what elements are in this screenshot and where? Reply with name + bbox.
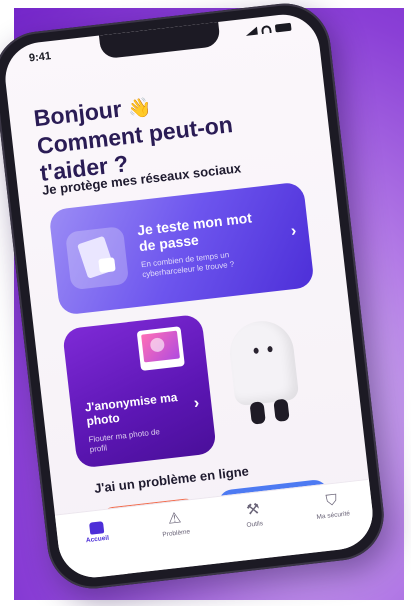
chevron-right-icon: › <box>290 222 298 240</box>
chevron-right-icon: › <box>192 394 201 413</box>
battery-icon <box>274 22 292 33</box>
photo-frame-icon <box>136 326 185 371</box>
warning-icon: ⚠ <box>166 509 183 528</box>
ghost-body <box>226 317 300 407</box>
tab-label: Problème <box>162 528 191 539</box>
home-icon <box>88 521 104 535</box>
password-test-card[interactable]: Je teste mon mot de passe En combien de … <box>48 181 315 316</box>
wifi-icon <box>260 24 272 35</box>
tab-label: Accueil <box>85 534 110 545</box>
photo-card-subtitle: Flouter ma photo de profil <box>88 427 161 455</box>
lock-icon <box>98 257 116 273</box>
phone-frame: 9:41 Bonjour 👋 Comment peut-on t'aider ?… <box>0 0 389 594</box>
password-illustration <box>65 226 130 291</box>
phone-notch <box>98 21 221 60</box>
photo-card-title: J'anonymise ma photo <box>84 390 179 429</box>
waving-hand-icon: 👋 <box>126 97 153 121</box>
anonymize-photo-card[interactable]: J'anonymise ma photo Flouter ma photo de… <box>61 313 217 469</box>
ghost-mascot <box>219 307 312 435</box>
ghost-leg-right <box>273 398 290 422</box>
status-icons <box>245 22 292 36</box>
tab-label: Outils <box>246 520 264 529</box>
tab-probleme[interactable]: ⚠ Problème <box>144 507 207 541</box>
tab-accueil[interactable]: Accueil <box>65 516 127 547</box>
shield-icon: ⛉ <box>325 491 339 510</box>
status-time: 9:41 <box>28 50 52 65</box>
phone-mockup: 9:41 Bonjour 👋 Comment peut-on t'aider ?… <box>0 0 389 594</box>
tab-outils[interactable]: ⚒ Outils <box>222 498 285 532</box>
tab-ma-securite[interactable]: ⛉ Ma sécurité <box>301 489 364 523</box>
tab-label: Ma sécurité <box>316 510 351 521</box>
phone-screen: 9:41 Bonjour 👋 Comment peut-on t'aider ?… <box>1 10 377 582</box>
ghost-leg-left <box>249 401 266 425</box>
signal-icon <box>245 26 258 36</box>
tools-icon: ⚒ <box>245 500 261 519</box>
